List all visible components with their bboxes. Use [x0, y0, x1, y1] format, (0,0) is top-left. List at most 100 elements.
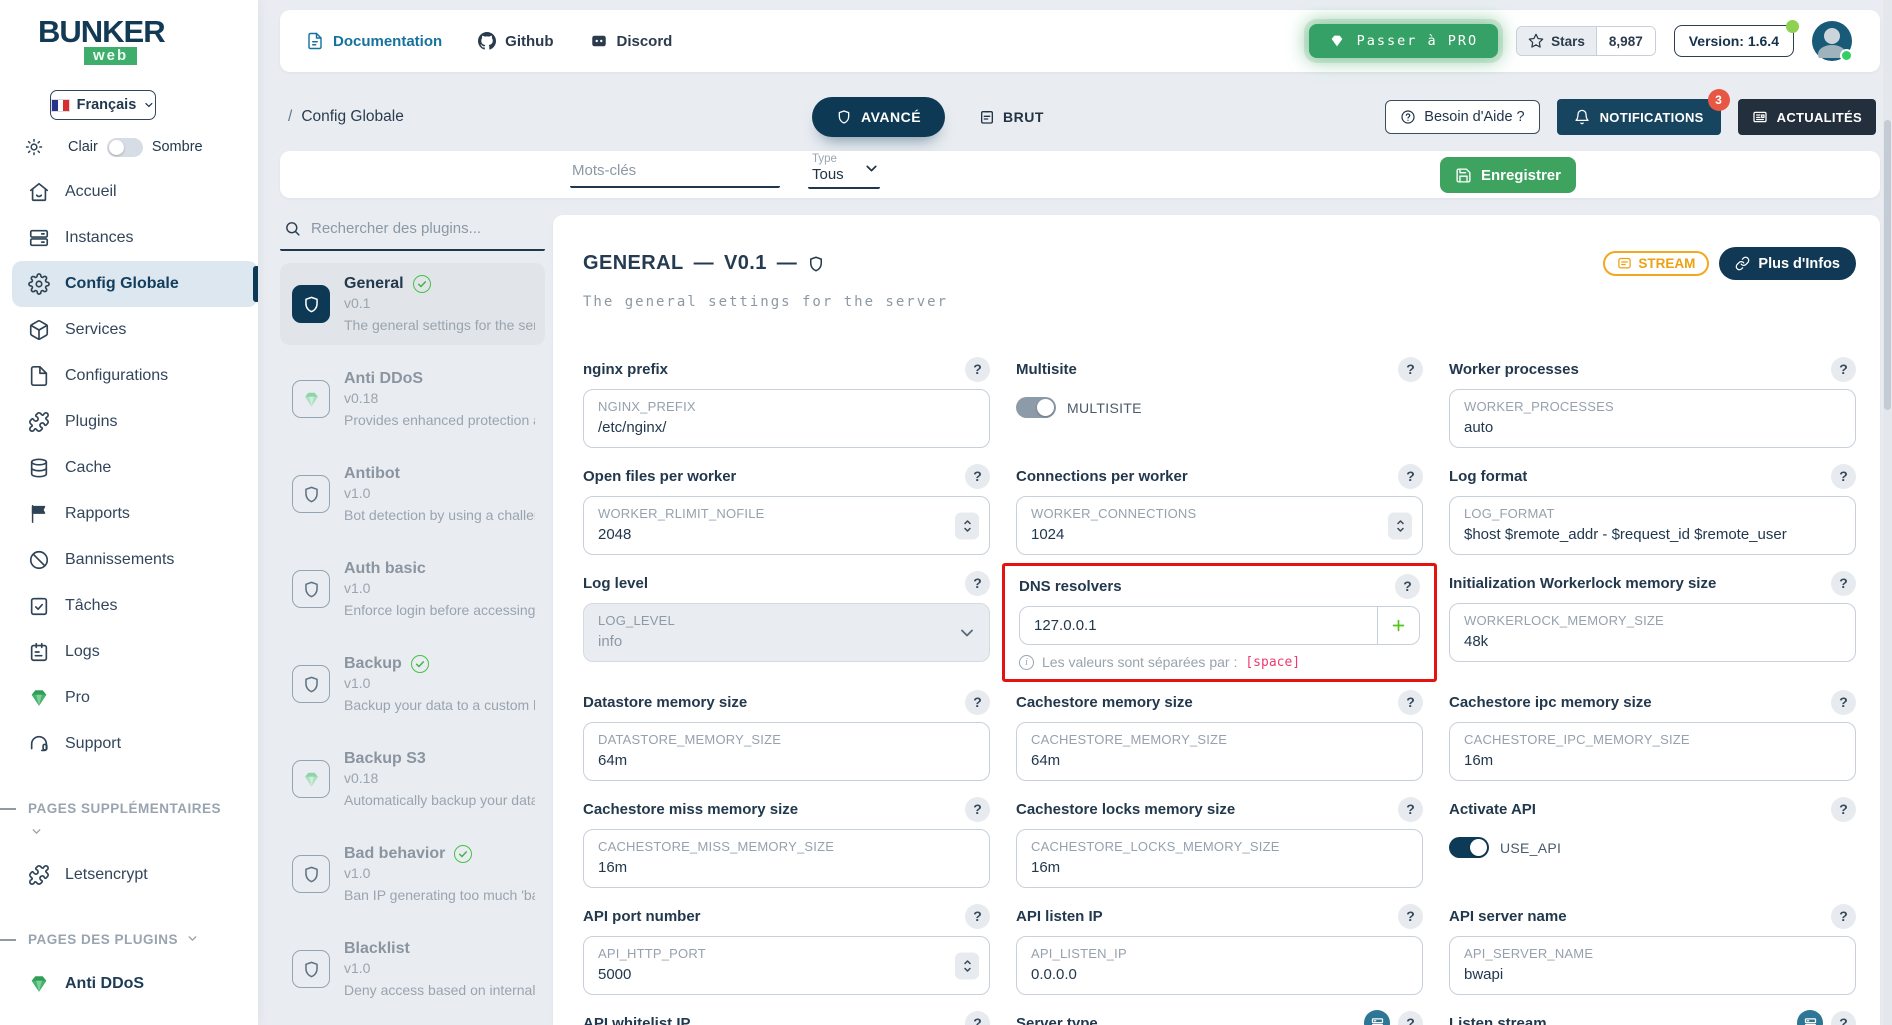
setting-value-input[interactable] — [1464, 750, 1841, 771]
setting-value-input[interactable] — [598, 964, 975, 985]
sidebar-item-services[interactable]: Services — [0, 307, 258, 353]
text-input[interactable]: CACHESTORE_IPC_MEMORY_SIZE — [1449, 722, 1856, 781]
number-input[interactable]: API_HTTP_PORT — [583, 936, 990, 995]
help-icon[interactable] — [965, 571, 990, 596]
text-input[interactable]: LOG_FORMAT — [1449, 496, 1856, 555]
number-input[interactable]: WORKER_CONNECTIONS — [1016, 496, 1423, 555]
help-icon[interactable] — [965, 904, 990, 929]
need-help-button[interactable]: Besoin d'Aide ? — [1385, 100, 1539, 134]
advanced-mode-button[interactable]: AVANCÉ — [812, 97, 945, 137]
breadcrumb-label[interactable]: Config Globale — [301, 108, 404, 126]
sidebar-item-pro[interactable]: Pro — [0, 675, 258, 721]
setting-value-input[interactable] — [1031, 524, 1408, 545]
help-icon[interactable] — [1831, 1011, 1856, 1025]
help-icon[interactable] — [965, 357, 990, 382]
sidebar-item-support[interactable]: Support — [0, 721, 258, 767]
number-input[interactable]: WORKER_RLIMIT_NOFILE — [583, 496, 990, 555]
text-input[interactable]: CACHESTORE_MISS_MEMORY_SIZE — [583, 829, 990, 888]
plugin-item-backup-s3[interactable]: Backup S3 v0.18 Automatically backup you… — [280, 738, 545, 820]
raw-mode-button[interactable]: BRUT — [979, 109, 1044, 125]
save-button[interactable]: Enregistrer — [1440, 157, 1576, 193]
plugin-search-input[interactable] — [311, 220, 541, 237]
setting-value-input[interactable] — [1031, 750, 1408, 771]
text-input[interactable]: API_LISTEN_IP — [1016, 936, 1423, 995]
sidebar-item-plugins[interactable]: Plugins — [0, 399, 258, 445]
setting-value-input[interactable] — [598, 857, 975, 878]
type-select[interactable]: Type Tous — [808, 151, 880, 189]
sidebar-item-accueil[interactable]: Accueil — [0, 169, 258, 215]
help-icon[interactable] — [1831, 797, 1856, 822]
text-input[interactable]: WORKERLOCK_MEMORY_SIZE — [1449, 603, 1856, 662]
go-pro-button[interactable]: Passer à PRO — [1309, 24, 1499, 58]
setting-value-input[interactable] — [1031, 857, 1408, 878]
help-icon[interactable] — [1398, 904, 1423, 929]
help-icon[interactable] — [1398, 464, 1423, 489]
sidebar-item-bannissements[interactable]: Bannissements — [0, 537, 258, 583]
text-input[interactable]: API_SERVER_NAME — [1449, 936, 1856, 995]
help-icon[interactable] — [1831, 357, 1856, 382]
plugin-item-auth-basic[interactable]: Auth basic v1.0 Enforce login before acc… — [280, 548, 545, 630]
number-stepper[interactable] — [1388, 512, 1412, 539]
help-icon[interactable] — [965, 690, 990, 715]
setting-value-input[interactable] — [598, 417, 975, 438]
help-icon[interactable] — [1395, 574, 1420, 599]
plugin-item-blacklist[interactable]: Blacklist v1.0 Deny access based on inte… — [280, 928, 545, 1010]
use-api-toggle[interactable] — [1449, 837, 1489, 858]
avatar[interactable] — [1812, 21, 1852, 61]
add-value-button[interactable] — [1377, 607, 1419, 644]
sidebar-item-instances[interactable]: Instances — [0, 215, 258, 261]
multisite-toggle[interactable] — [1016, 397, 1056, 418]
theme-toggle[interactable] — [107, 138, 143, 157]
text-input[interactable]: NGINX_PREFIX — [583, 389, 990, 448]
plugin-item-antibot[interactable]: Antibot v1.0 Bot detection by using a ch… — [280, 453, 545, 535]
sidebar-item-letsencrypt[interactable]: Letsencrypt — [0, 852, 258, 898]
bunkerweb-logo[interactable]: BUNKER web — [38, 14, 188, 66]
setting-value-input[interactable] — [1464, 417, 1841, 438]
setting-value-input[interactable] — [598, 524, 975, 545]
help-icon[interactable] — [1831, 690, 1856, 715]
number-stepper[interactable] — [955, 952, 979, 979]
help-icon[interactable] — [1398, 357, 1423, 382]
chevron-down-icon[interactable] — [186, 932, 199, 945]
plugin-item-backup[interactable]: Backup v1.0 Backup your data to a custom… — [280, 643, 545, 725]
sidebar-item-cache[interactable]: Cache — [0, 445, 258, 491]
more-info-button[interactable]: Plus d'Infos — [1719, 247, 1856, 280]
text-input[interactable]: CACHESTORE_MEMORY_SIZE — [1016, 722, 1423, 781]
plugin-item-anti-ddos[interactable]: Anti DDoS v0.18 Provides enhanced protec… — [280, 358, 545, 440]
help-icon[interactable] — [1398, 690, 1423, 715]
plugin-item-general[interactable]: General v0.1 The general settings for th… — [280, 263, 545, 345]
keywords-input[interactable] — [572, 162, 778, 179]
sidebar-item-taches[interactable]: Tâches — [0, 583, 258, 629]
sidebar-item-logs[interactable]: Logs — [0, 629, 258, 675]
help-icon[interactable] — [1398, 1011, 1423, 1025]
help-icon[interactable] — [965, 797, 990, 822]
plugin-item-bad-behavior[interactable]: Bad behavior v1.0 Ban IP generating too … — [280, 833, 545, 915]
text-input[interactable]: DATASTORE_MEMORY_SIZE — [583, 722, 990, 781]
number-stepper[interactable] — [955, 512, 979, 539]
language-selector[interactable]: Français — [50, 90, 156, 120]
stream-badge[interactable]: STREAM — [1603, 251, 1709, 276]
help-icon[interactable] — [1831, 571, 1856, 596]
help-icon[interactable] — [965, 1011, 990, 1025]
scrollbar-track[interactable] — [1883, 0, 1892, 1025]
scrollbar-thumb[interactable] — [1884, 120, 1891, 410]
text-input[interactable]: CACHESTORE_LOCKS_MEMORY_SIZE — [1016, 829, 1423, 888]
news-button[interactable]: ACTUALITÉS — [1738, 99, 1876, 135]
setting-value-input[interactable] — [1464, 631, 1841, 652]
help-icon[interactable] — [965, 464, 990, 489]
help-icon[interactable] — [1831, 464, 1856, 489]
sidebar-item-configurations[interactable]: Configurations — [0, 353, 258, 399]
help-icon[interactable] — [1831, 904, 1856, 929]
sidebar-item-config-globale[interactable]: Config Globale — [12, 261, 258, 307]
setting-value-input[interactable] — [1464, 524, 1841, 545]
setting-value-input[interactable] — [1464, 964, 1841, 985]
log-level-select[interactable]: LOG_LEVEL info — [583, 603, 990, 662]
sidebar-item-rapports[interactable]: Rapports — [0, 491, 258, 537]
chevron-down-icon[interactable] — [30, 825, 43, 838]
documentation-link[interactable]: Documentation — [306, 32, 442, 50]
github-stars-widget[interactable]: Stars 8,987 — [1516, 26, 1656, 56]
setting-value-input[interactable] — [1034, 617, 1363, 634]
discord-link[interactable]: Discord — [590, 32, 673, 50]
notifications-button[interactable]: NOTIFICATIONS 3 — [1557, 99, 1721, 135]
sidebar-item-anti-ddos[interactable]: Anti DDoS — [0, 961, 258, 1007]
